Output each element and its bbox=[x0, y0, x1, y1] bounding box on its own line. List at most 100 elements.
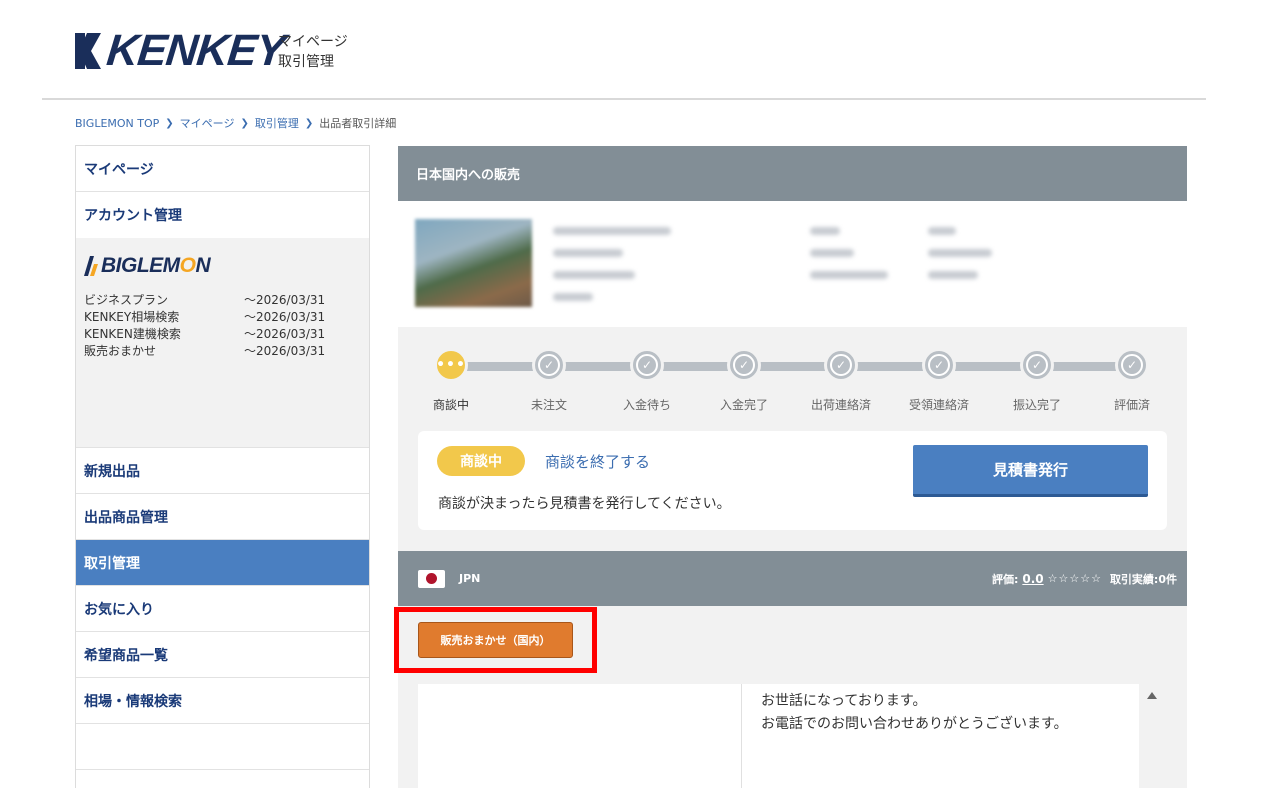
deals-count: 0件 bbox=[1158, 572, 1177, 586]
step-label: 受領連絡済 bbox=[909, 398, 970, 412]
check-icon: ✓ bbox=[733, 354, 755, 376]
sidebar: マイページ アカウント管理 BIGLEMON ビジネスプラン ～2026/03/… bbox=[75, 145, 370, 788]
sidebar-item-mypage[interactable]: マイページ bbox=[76, 146, 369, 192]
sidebar-item-new-listing[interactable]: 新規出品 bbox=[76, 448, 369, 494]
rating-score[interactable]: 0.0 bbox=[1022, 572, 1043, 586]
sidebar-item-wishlist[interactable]: 希望商品一覧 bbox=[76, 632, 369, 678]
step-label: 振込完了 bbox=[1013, 398, 1062, 412]
biglemon-logo[interactable]: BIGLEMON bbox=[84, 252, 361, 280]
plan-row: ビジネスプラン ～2026/03/31 bbox=[84, 292, 361, 309]
plan-name: KENKEY相場検索 bbox=[84, 310, 180, 324]
step-circle: ✓ bbox=[824, 348, 858, 382]
plan-name: 販売おまかせ bbox=[84, 344, 157, 358]
chat-scrollbar[interactable] bbox=[1139, 684, 1167, 788]
blurred-text bbox=[553, 271, 635, 279]
sidebar-item-listing-management[interactable]: 出品商品管理 bbox=[76, 494, 369, 540]
step-transfer-complete: ✓ 振込完了 bbox=[1013, 348, 1061, 412]
product-summary bbox=[398, 201, 1187, 327]
plan-date: ～2026/03/31 bbox=[244, 344, 326, 358]
chevron-right-icon: ❯ bbox=[240, 117, 249, 129]
plan-date: ～2026/03/31 bbox=[244, 327, 326, 341]
step-circle: ✓ bbox=[1020, 348, 1054, 382]
chat-sidebar bbox=[418, 684, 742, 788]
step-awaiting-payment: ✓ 入金待ち bbox=[623, 348, 671, 412]
plan-row: KENKEY相場検索 ～2026/03/31 bbox=[84, 309, 361, 326]
blurred-text bbox=[928, 227, 956, 235]
sidebar-item-favorites[interactable]: お気に入り bbox=[76, 586, 369, 632]
blurred-text bbox=[553, 249, 623, 257]
step-label: 入金待ち bbox=[623, 398, 672, 412]
plan-row: 販売おまかせ ～2026/03/31 bbox=[84, 343, 361, 360]
end-negotiation-link[interactable]: 商談を終了する bbox=[545, 451, 650, 472]
sales-delegation-tag[interactable]: 販売おまかせ（国内） bbox=[418, 622, 573, 658]
sidebar-item-market-search[interactable]: 相場・情報検索 bbox=[76, 678, 369, 724]
country-code: JPN bbox=[459, 572, 481, 585]
chat-message: お世話になっております。 お電話でのお問い合わせありがとうございます。 bbox=[743, 684, 1121, 788]
chevron-right-icon: ❯ bbox=[304, 117, 314, 129]
star-rating-icon: ☆☆☆☆☆ bbox=[1047, 572, 1102, 585]
step-circle: ✓ bbox=[922, 348, 956, 382]
more-icon: ••• bbox=[436, 357, 466, 373]
step-circle: ✓ bbox=[727, 348, 761, 382]
step-label: 未注文 bbox=[530, 398, 567, 412]
check-icon: ✓ bbox=[830, 354, 852, 376]
step-label: 出荷連絡済 bbox=[811, 398, 872, 412]
negotiation-box: 商談中 商談を終了する 商談が決まったら見積書を発行してください。 見積書発行 bbox=[418, 431, 1167, 530]
status-badge: 商談中 bbox=[437, 446, 525, 476]
breadcrumb: BIGLEMON TOP ❯ マイページ ❯ 取引管理 ❯ 出品者取引詳細 bbox=[75, 115, 396, 131]
plan-name: ビジネスプラン bbox=[84, 293, 169, 307]
page-title: 日本国内への販売 bbox=[398, 146, 1187, 201]
logo-text: KENKEY bbox=[104, 26, 288, 75]
plan-row: KENKEN建機検索 ～2026/03/31 bbox=[84, 326, 361, 343]
breadcrumb-biglemon-top[interactable]: BIGLEMON TOP bbox=[75, 117, 159, 130]
chat-line: お電話でのお問い合わせありがとうございます。 bbox=[761, 716, 1068, 732]
step-circle: ✓ bbox=[630, 348, 664, 382]
kenkey-logo-mark-icon bbox=[75, 33, 101, 69]
kenkey-logo[interactable]: KENKEY bbox=[75, 26, 288, 75]
check-icon: ✓ bbox=[928, 354, 950, 376]
sidebar-item-partial[interactable] bbox=[76, 724, 369, 770]
check-icon: ✓ bbox=[1121, 354, 1143, 376]
breadcrumb-transactions[interactable]: 取引管理 bbox=[255, 115, 299, 131]
sidebar-item-account[interactable]: アカウント管理 bbox=[76, 192, 369, 238]
blurred-text bbox=[553, 293, 593, 301]
plan-name: KENKEN建機検索 bbox=[84, 327, 181, 341]
product-image[interactable] bbox=[415, 219, 532, 307]
step-not-ordered: ✓ 未注文 bbox=[530, 348, 568, 412]
step-payment-complete: ✓ 入金完了 bbox=[720, 348, 768, 412]
plan-date: ～2026/03/31 bbox=[244, 293, 326, 307]
breadcrumb-current: 出品者取引詳細 bbox=[319, 117, 397, 130]
chat-line: お世話になっております。 bbox=[761, 693, 927, 709]
step-circle: ✓ bbox=[532, 348, 566, 382]
negotiation-message: 商談が決まったら見積書を発行してください。 bbox=[438, 496, 731, 512]
blurred-text bbox=[928, 249, 992, 257]
partner-bar: JPN 評価: 0.0 ☆☆☆☆☆ 取引実績: 0件 bbox=[398, 551, 1187, 606]
scroll-up-arrow-icon[interactable] bbox=[1147, 692, 1157, 699]
blurred-text bbox=[553, 227, 671, 235]
plan-box: BIGLEMON ビジネスプラン ～2026/03/31 KENKEY相場検索 … bbox=[76, 238, 369, 448]
check-icon: ✓ bbox=[538, 354, 560, 376]
japan-flag-icon bbox=[418, 569, 445, 588]
chat-area: お世話になっております。 お電話でのお問い合わせありがとうございます。 bbox=[418, 684, 1167, 788]
partner-rating: 評価: 0.0 ☆☆☆☆☆ 取引実績: 0件 bbox=[992, 551, 1177, 606]
step-shipping-notified: ✓ 出荷連絡済 bbox=[811, 348, 871, 412]
check-icon: ✓ bbox=[1026, 354, 1048, 376]
step-label: 商談中 bbox=[432, 398, 469, 412]
header-sub-line1: マイページ bbox=[278, 34, 348, 50]
step-label: 評価済 bbox=[1113, 398, 1150, 412]
issue-quote-button[interactable]: 見積書発行 bbox=[913, 445, 1148, 497]
progress-tracker: ••• 商談中 ✓ 未注文 ✓ 入金待ち ✓ 入金完了 ✓ 出荷連絡済 ✓ 受領… bbox=[398, 327, 1187, 427]
rating-label: 評価: bbox=[991, 572, 1019, 586]
page-header: KENKEY マイページ 取引管理 bbox=[0, 0, 1262, 98]
step-receipt-notified: ✓ 受領連絡済 bbox=[909, 348, 969, 412]
header-sub-line2: 取引管理 bbox=[278, 54, 334, 70]
step-circle: ••• bbox=[434, 348, 468, 382]
breadcrumb-mypage[interactable]: マイページ bbox=[180, 115, 235, 131]
main-panel: 日本国内への販売 ••• 商談中 ✓ 未注文 ✓ 入金待ち ✓ 入金完了 ✓ 出… bbox=[398, 146, 1187, 788]
blurred-text bbox=[810, 271, 888, 279]
sidebar-item-transactions[interactable]: 取引管理 bbox=[76, 540, 369, 586]
check-icon: ✓ bbox=[636, 354, 658, 376]
step-circle: ✓ bbox=[1115, 348, 1149, 382]
biglemon-logo-text: BIGLEMON bbox=[101, 254, 211, 277]
step-negotiating: ••• 商談中 bbox=[432, 348, 470, 412]
